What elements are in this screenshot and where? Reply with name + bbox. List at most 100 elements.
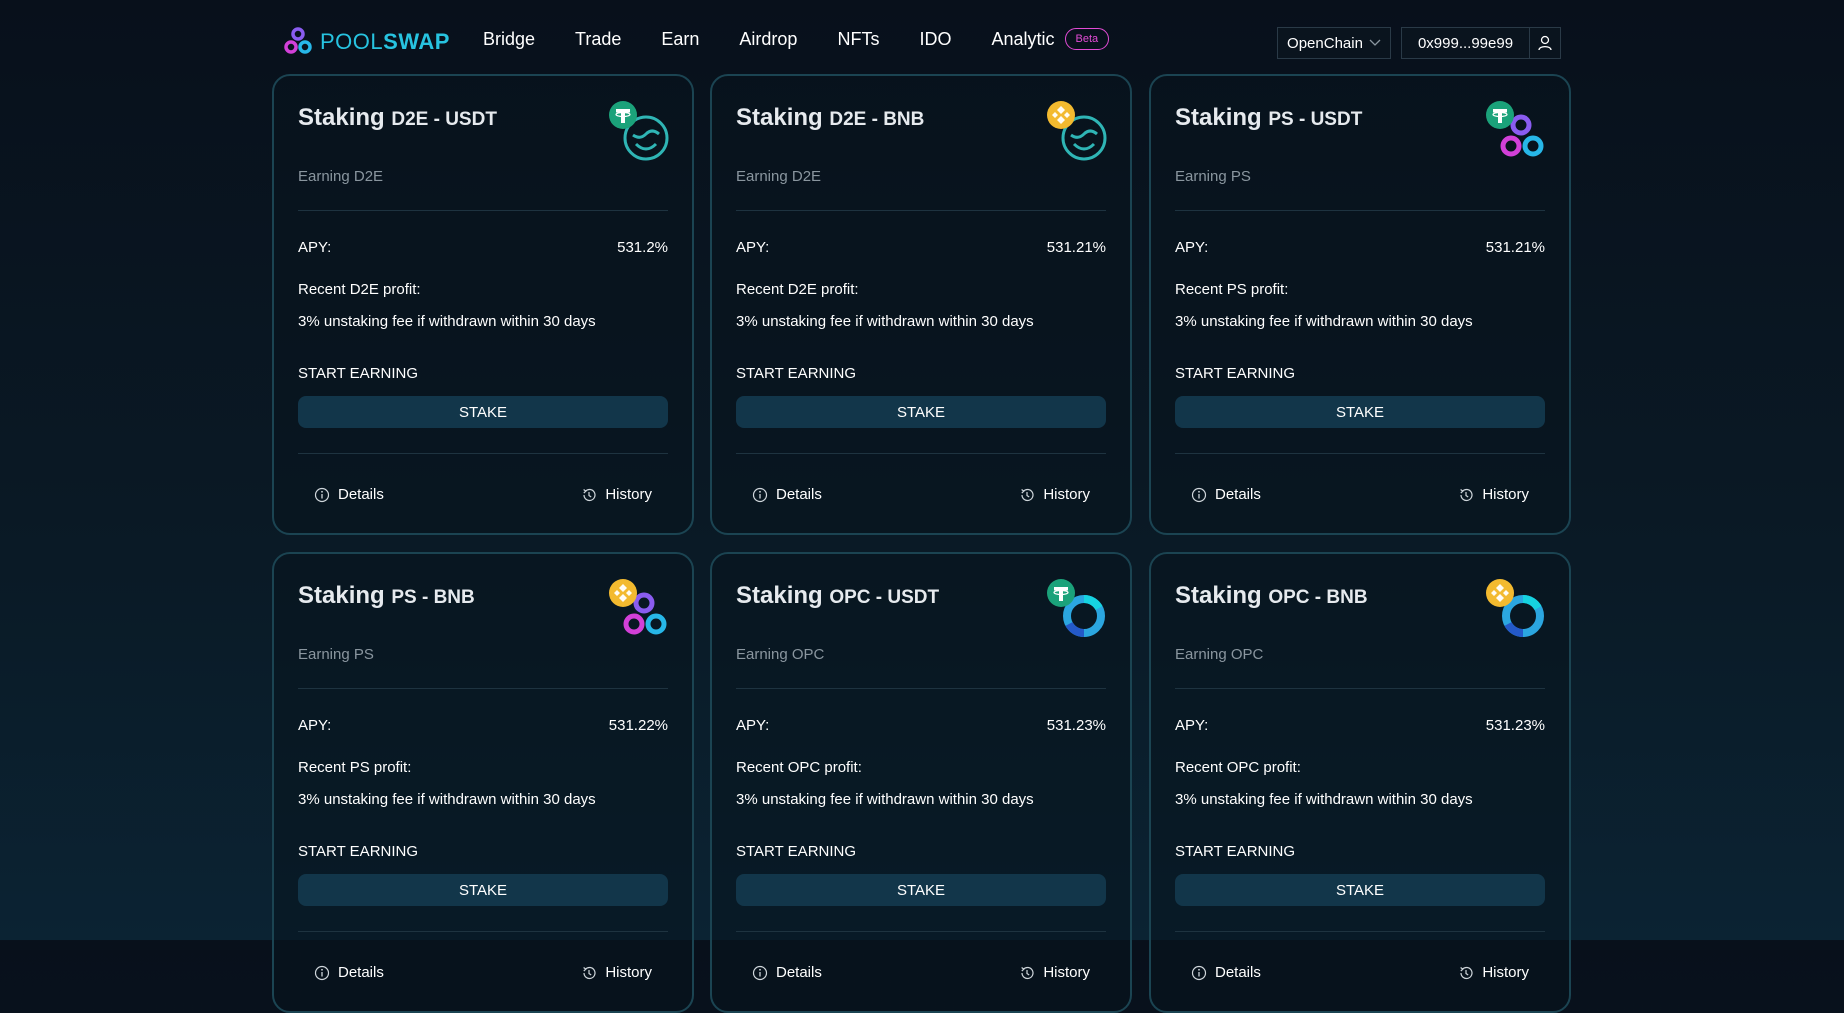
card-title: Staking D2E - BNB (736, 104, 924, 132)
history-label: History (605, 486, 652, 503)
user-icon (1538, 35, 1552, 51)
stake-button[interactable]: STAKE (298, 396, 668, 428)
fee-note: 3% unstaking fee if withdrawn within 30 … (736, 791, 1106, 808)
account-button[interactable] (1529, 28, 1560, 58)
recent-profit: Recent OPC profit: (736, 759, 1106, 776)
divider (736, 931, 1106, 932)
info-icon (314, 965, 330, 980)
usdt-icon (1047, 579, 1075, 607)
card-pair: OPC - BNB (1268, 587, 1368, 608)
apy-label: APY: (1175, 239, 1209, 256)
fee-note-text: 3% unstaking fee if withdrawn within 30 … (298, 313, 596, 330)
details-link[interactable]: Details (752, 964, 822, 981)
staking-card: Staking D2E - BNB Earning D2E APY: 531.21% R… (710, 74, 1132, 535)
poolswap-logo-icon (284, 27, 312, 54)
wallet-button[interactable]: 0x999...99e99 (1401, 27, 1561, 59)
start-earning-label: START EARNING (1175, 843, 1296, 860)
divider (1175, 688, 1545, 689)
history-link[interactable]: History (1019, 486, 1090, 503)
pair-icon (608, 578, 668, 638)
nav-earn[interactable]: Earn (661, 29, 699, 50)
fee-note-text: 3% unstaking fee if withdrawn within 30 … (1175, 313, 1473, 330)
bnb-icon (1047, 101, 1075, 129)
recent-profit-label: Recent PS profit: (1175, 281, 1289, 298)
history-icon (583, 966, 596, 979)
card-pair: PS - BNB (391, 587, 475, 608)
wallet-address: 0x999...99e99 (1417, 34, 1514, 52)
staking-card: Staking D2E - USDT Earning D2E APY: 531.2% R… (272, 74, 694, 535)
info-icon (752, 965, 768, 980)
history-label: History (1043, 964, 1090, 981)
earning-label: Earning OPC (736, 646, 825, 663)
nav-airdrop[interactable]: Airdrop (739, 29, 797, 50)
history-label: History (1043, 486, 1090, 503)
divider (298, 931, 668, 932)
pair-icon (1485, 578, 1545, 638)
card-title-prefix: Staking (1175, 582, 1262, 609)
divider (298, 453, 668, 454)
details-label: Details (1215, 486, 1261, 503)
stake-button[interactable]: STAKE (1175, 396, 1545, 428)
fee-note-text: 3% unstaking fee if withdrawn within 30 … (298, 791, 596, 808)
start-earning-label: START EARNING (736, 843, 857, 860)
top-header: POOLSWAP Bridge Trade Earn Airdrop NFTs … (0, 0, 1844, 84)
recent-profit-label: Recent OPC profit: (1175, 759, 1301, 776)
apy-row: APY: 531.2% (298, 239, 668, 256)
history-link[interactable]: History (581, 964, 652, 981)
apy-value: 531.21% (1485, 239, 1545, 256)
logo-text: POOLSWAP (320, 29, 450, 54)
fee-note: 3% unstaking fee if withdrawn within 30 … (736, 313, 1106, 330)
fee-note: 3% unstaking fee if withdrawn within 30 … (298, 313, 668, 330)
history-link[interactable]: History (1458, 486, 1529, 503)
staking-card: Staking OPC - BNB Earning OPC APY: 531.23% R… (1149, 552, 1571, 1013)
recent-profit-label: Recent PS profit: (298, 759, 412, 776)
info-icon (752, 487, 768, 502)
chevron-down-icon (1369, 39, 1381, 46)
nav-ido[interactable]: IDO (919, 29, 951, 50)
details-link[interactable]: Details (1191, 486, 1261, 503)
history-link[interactable]: History (581, 486, 652, 503)
history-icon (1021, 488, 1034, 501)
stake-button[interactable]: STAKE (736, 874, 1106, 906)
recent-profit: Recent D2E profit: (298, 281, 668, 298)
start-earning-label: START EARNING (736, 365, 857, 382)
divider (1175, 453, 1545, 454)
usdt-icon (609, 101, 637, 129)
apy-row: APY: 531.21% (1175, 239, 1545, 256)
chain-selector[interactable]: OpenChain (1277, 27, 1391, 59)
info-icon (314, 487, 330, 502)
details-link[interactable]: Details (314, 486, 384, 503)
stake-button[interactable]: STAKE (298, 874, 668, 906)
nav-bridge[interactable]: Bridge (483, 29, 535, 50)
history-icon (1021, 966, 1034, 979)
nav-trade[interactable]: Trade (575, 29, 621, 50)
card-pair: PS - USDT (1268, 109, 1363, 130)
details-link[interactable]: Details (752, 486, 822, 503)
history-link[interactable]: History (1019, 964, 1090, 981)
poolswap-logo[interactable]: POOLSWAP (282, 16, 450, 68)
history-label: History (1482, 964, 1529, 981)
apy-value: 531.21% (1046, 239, 1106, 256)
fee-note: 3% unstaking fee if withdrawn within 30 … (298, 791, 668, 808)
history-icon (583, 488, 596, 501)
apy-label: APY: (298, 717, 332, 734)
bnb-icon (609, 579, 637, 607)
start-earning: START EARNING (736, 365, 1106, 382)
start-earning: START EARNING (1175, 365, 1545, 382)
apy-label: APY: (736, 717, 770, 734)
nav-analytic[interactable]: Analytic (991, 29, 1054, 50)
history-icon (1460, 488, 1473, 501)
stake-button[interactable]: STAKE (1175, 874, 1545, 906)
recent-profit: Recent PS profit: (1175, 281, 1545, 298)
details-link[interactable]: Details (314, 964, 384, 981)
card-pair: OPC - USDT (829, 587, 940, 608)
details-label: Details (776, 964, 822, 981)
details-label: Details (338, 486, 384, 503)
nav-nfts[interactable]: NFTs (837, 29, 879, 50)
card-title: Staking PS - BNB (298, 582, 475, 610)
history-link[interactable]: History (1458, 964, 1529, 981)
pair-icon (608, 100, 669, 161)
start-earning: START EARNING (736, 843, 1106, 860)
details-link[interactable]: Details (1191, 964, 1261, 981)
stake-button[interactable]: STAKE (736, 396, 1106, 428)
